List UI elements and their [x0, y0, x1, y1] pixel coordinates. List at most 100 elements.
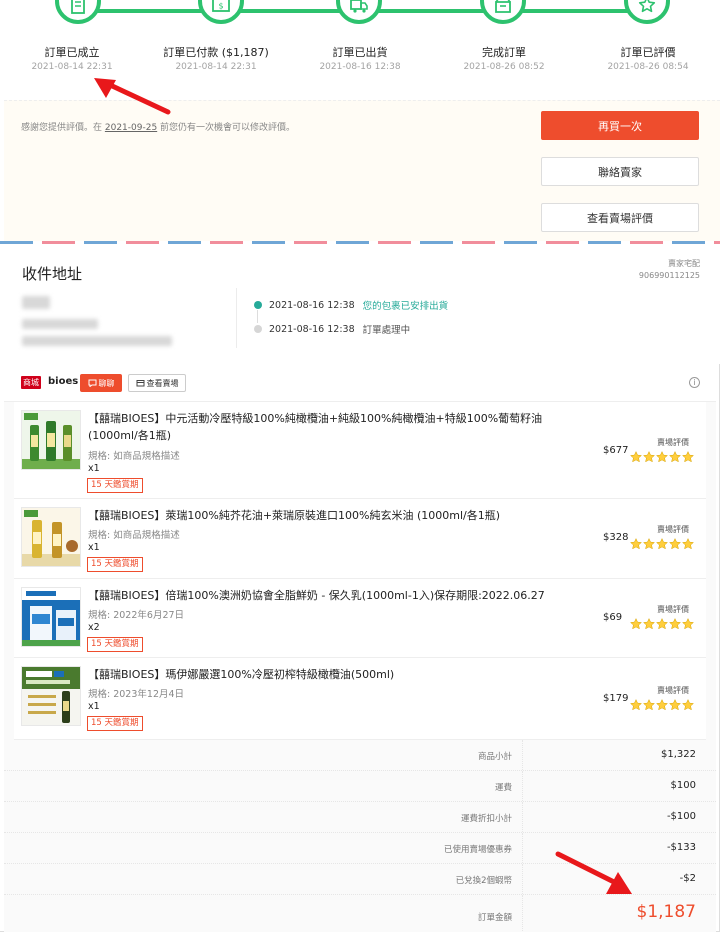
product-title[interactable]: 【囍瑞BIOES】倍瑞100%澳洲奶協會全脂鮮奶 - 保久乳(1000ml-1入… — [88, 587, 568, 604]
summary-label: 已使用賣場優惠券 — [443, 845, 512, 855]
appraisal-period-tag: 15 天鑑賞期 — [87, 557, 143, 572]
product-thumbnail[interactable] — [21, 507, 81, 567]
product-variation: 規格: 2023年12月4日 — [88, 689, 185, 700]
star-rating — [630, 538, 694, 550]
product-price: $677 — [603, 445, 629, 456]
star-rating — [630, 699, 694, 711]
product-thumbnail[interactable] — [21, 410, 81, 470]
step-time-order-completed: 2021-08-26 08:52 — [463, 62, 545, 72]
star-icon — [630, 538, 642, 550]
product-title[interactable]: 【囍瑞BIOES】瑪伊娜嚴選100%冷壓初榨特級橄欖油(500ml) — [88, 666, 568, 683]
summary-row-total: 訂單金額 $1,187 — [4, 895, 716, 932]
star-icon — [656, 538, 668, 550]
buy-again-button[interactable]: 再買一次 — [541, 111, 699, 140]
step-label-order-shipped: 訂單已出貨 — [332, 46, 388, 59]
appraisal-period-tag: 15 天鑑賞期 — [87, 637, 143, 652]
logistics-time: 2021-08-16 12:38 — [269, 299, 355, 311]
product-price: $69 — [603, 612, 623, 623]
summary-divider — [522, 740, 523, 770]
product-thumbnail[interactable] — [21, 666, 81, 726]
order-item[interactable]: 【囍瑞BIOES】中元活動冷壓特級100%純橄欖油+純級100%純橄欖油+特級1… — [14, 402, 706, 499]
logistics-status: 訂單處理中 — [362, 325, 411, 336]
summary-divider — [522, 864, 523, 894]
address-divider — [236, 288, 237, 348]
step-time-order-placed: 2021-08-14 22:31 — [31, 62, 113, 72]
step-label-order-paid: 訂單已付款 ($1,187) — [163, 46, 269, 59]
shop-rating-label: 賣場評價 — [657, 438, 689, 447]
summary-label: 已兌換2個蝦幣 — [455, 876, 512, 886]
star-icon — [630, 699, 642, 711]
summary-label: 運費 — [494, 783, 512, 793]
order-detail-page: $ 訂單已成立 2021-08-14 22:31 訂單已付款 ($1,187) … — [0, 0, 720, 932]
star-icon — [669, 699, 681, 711]
shop-icon — [136, 380, 144, 387]
logistics-status: 您的包裹已安排出貨 — [362, 301, 449, 312]
chat-button-label: 聊聊 — [98, 378, 115, 388]
view-shop-label: 查看賣場 — [146, 378, 179, 388]
order-item[interactable]: 【囍瑞BIOES】萊瑞100%純芥花油+萊瑞原裝進口100%純玄米油 (1000… — [14, 499, 706, 579]
product-quantity: x1 — [88, 463, 100, 474]
review-deadline-link[interactable]: 2021-09-25 — [105, 123, 157, 133]
shop-order-section: 商城 bioes 聊聊 查看賣場 i 【囍瑞BIOES】中元活動冷壓特級100%… — [4, 364, 716, 932]
step-time-order-rated: 2021-08-26 08:54 — [607, 62, 689, 72]
summary-row-shipping: 運費 $100 — [4, 771, 716, 802]
product-quantity: x1 — [88, 542, 100, 553]
carrier-name: 賣家宅配 — [668, 259, 700, 268]
redacted-recipient-name — [22, 296, 50, 309]
summary-divider — [522, 833, 523, 863]
summary-divider — [522, 771, 523, 801]
summary-value: -$133 — [666, 842, 696, 853]
star-rating — [630, 451, 694, 463]
product-title[interactable]: 【囍瑞BIOES】中元活動冷壓特級100%純橄欖油+純級100%純橄欖油+特級1… — [88, 410, 568, 444]
product-quantity: x2 — [88, 622, 100, 633]
order-item[interactable]: 【囍瑞BIOES】倍瑞100%澳洲奶協會全脂鮮奶 - 保久乳(1000ml-1入… — [14, 579, 706, 658]
summary-value: $100 — [670, 780, 696, 791]
product-variation: 規格: 如商品規格描述 — [88, 451, 180, 462]
order-total: $1,187 — [636, 902, 696, 922]
summary-value: $1,322 — [661, 749, 696, 760]
step-label-order-completed: 完成訂單 — [482, 46, 526, 59]
chat-button[interactable]: 聊聊 — [80, 374, 122, 392]
order-item[interactable]: 【囍瑞BIOES】瑪伊娜嚴選100%冷壓初榨特級橄欖油(500ml) 規格: 2… — [14, 658, 706, 740]
star-icon — [643, 618, 655, 630]
star-icon — [630, 451, 642, 463]
product-thumbnail[interactable] — [21, 587, 81, 647]
product-title[interactable]: 【囍瑞BIOES】萊瑞100%純芥花油+萊瑞原裝進口100%純玄米油 (1000… — [88, 507, 568, 524]
star-icon — [643, 538, 655, 550]
order-summary: 商品小計 $1,322 運費 $100 運費折扣小計 -$100 已使用賣場優惠… — [4, 740, 716, 932]
shop-name[interactable]: bioes — [48, 376, 78, 387]
summary-label: 訂單金額 — [477, 913, 512, 923]
star-icon — [682, 538, 694, 550]
contact-seller-button[interactable]: 聯絡賣家 — [541, 157, 699, 186]
redacted-phone — [22, 319, 98, 329]
chat-icon — [88, 379, 96, 387]
order-action-panel: 感謝您提供評價。在 2021-09-25 前您仍有一次機會可以修改評價。 再買一… — [4, 100, 720, 241]
summary-row-shipping-discount: 運費折扣小計 -$100 — [4, 802, 716, 833]
box-icon — [480, 0, 526, 24]
summary-label: 運費折扣小計 — [460, 814, 512, 824]
star-icon — [669, 451, 681, 463]
summary-row-subtotal: 商品小計 $1,322 — [4, 740, 716, 771]
shop-rating-label: 賣場評價 — [657, 605, 689, 614]
appraisal-period-tag: 15 天鑑賞期 — [87, 478, 143, 493]
shop-header: 商城 bioes 聊聊 查看賣場 i — [4, 364, 716, 402]
review-note-suffix: 前您仍有一次機會可以修改評價。 — [157, 123, 296, 133]
view-shop-button[interactable]: 查看賣場 — [128, 374, 186, 392]
summary-value: -$2 — [679, 873, 696, 884]
shop-rating-label: 賣場評價 — [657, 525, 689, 534]
star-icon — [682, 618, 694, 630]
payment-icon: $ — [198, 0, 244, 24]
view-shop-rating-button[interactable]: 查看賣場評價 — [541, 203, 699, 232]
step-label-order-rated: 訂單已評價 — [620, 46, 676, 59]
star-icon — [656, 451, 668, 463]
product-quantity: x1 — [88, 701, 100, 712]
appraisal-period-tag: 15 天鑑賞期 — [87, 716, 143, 731]
tracking-number[interactable]: 906990112125 — [639, 270, 700, 282]
truck-icon — [336, 0, 382, 24]
info-icon[interactable]: i — [689, 377, 700, 388]
star-icon — [669, 538, 681, 550]
logistics-dot-active — [254, 301, 262, 309]
star-icon — [669, 618, 681, 630]
summary-divider — [522, 895, 523, 932]
summary-label: 商品小計 — [477, 752, 512, 762]
